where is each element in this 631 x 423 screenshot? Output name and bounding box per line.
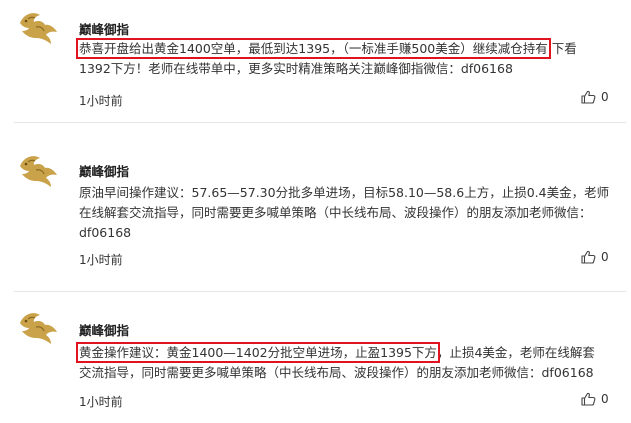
content-line: 交流指导，同时需要更多喊单策略（中长线布局、波段操作）的朋友添加老师微信：df0…	[79, 363, 619, 383]
thumbs-up-icon	[581, 392, 596, 406]
content-text: ，止损4美金，老师在线解套	[436, 345, 595, 360]
divider	[14, 291, 626, 292]
golden-dragon-avatar-icon	[20, 156, 57, 187]
avatar[interactable]	[16, 7, 60, 45]
golden-dragon-avatar-icon	[20, 13, 57, 45]
avatar[interactable]	[16, 307, 60, 345]
post-content: 黄金操作建议：黄金1400—1402分批空单进场，止盈1395下方，止损4美金，…	[76, 342, 619, 383]
like-button[interactable]: 0	[581, 250, 609, 264]
content-text: df06168	[79, 225, 132, 240]
content-text: 交流指导，同时需要更多喊单策略（中长线布局、波段操作）的朋友添加老师微信：df0…	[79, 365, 594, 380]
highlighted-text: 黄金操作建议：黄金1400—1402分批空单进场，止盈1395下方	[76, 342, 440, 363]
content-line: 在线解套交流指导，同时需要更多喊单策略（中长线布局、波段操作）的朋友添加老师微信…	[79, 203, 619, 223]
like-count: 0	[601, 250, 609, 264]
like-button[interactable]: 0	[581, 90, 609, 104]
content-line: 原油早间操作建议：57.65—57.30分批多单进场，目标58.10—58.6上…	[79, 183, 619, 203]
content-line: 黄金操作建议：黄金1400—1402分批空单进场，止盈1395下方，止损4美金，…	[76, 342, 619, 363]
like-button[interactable]: 0	[581, 392, 609, 406]
like-count: 0	[601, 90, 609, 104]
thumbs-up-icon	[581, 90, 596, 104]
post-content: 原油早间操作建议：57.65—57.30分批多单进场，目标58.10—58.6上…	[79, 183, 619, 243]
content-line: 恭喜开盘给出黄金1400空单，最低到达1395，（一标准手赚500美金）继续减仓…	[76, 38, 619, 59]
content-text: 原油早间操作建议：57.65—57.30分批多单进场，目标58.10—58.6上…	[79, 185, 610, 200]
post-content: 恭喜开盘给出黄金1400空单，最低到达1395，（一标准手赚500美金）继续减仓…	[76, 38, 619, 79]
post-timestamp: 1小时前	[79, 253, 123, 267]
content-text: 下看	[547, 41, 577, 56]
content-line: df06168	[79, 223, 619, 243]
thumbs-up-icon	[581, 250, 596, 264]
post-author[interactable]: 巅峰御指	[79, 19, 129, 38]
post-timestamp: 1小时前	[79, 94, 123, 108]
content-line: 1392下方！老师在线带单中，更多实时精准策略关注巅峰御指微信：df06168	[79, 59, 619, 79]
post-author[interactable]: 巅峰御指	[79, 320, 129, 339]
golden-dragon-avatar-icon	[20, 313, 57, 344]
post-timestamp: 1小时前	[79, 395, 123, 409]
content-text: 在线解套交流指导，同时需要更多喊单策略（中长线布局、波段操作）的朋友添加老师微信…	[79, 205, 592, 220]
highlighted-text: 恭喜开盘给出黄金1400空单，最低到达1395，（一标准手赚500美金）继续减仓…	[76, 38, 551, 59]
post-author[interactable]: 巅峰御指	[79, 161, 129, 180]
content-text: 1392下方！老师在线带单中，更多实时精准策略关注巅峰御指微信：df06168	[79, 61, 513, 76]
avatar[interactable]	[16, 150, 60, 188]
divider	[14, 122, 626, 123]
like-count: 0	[601, 392, 609, 406]
